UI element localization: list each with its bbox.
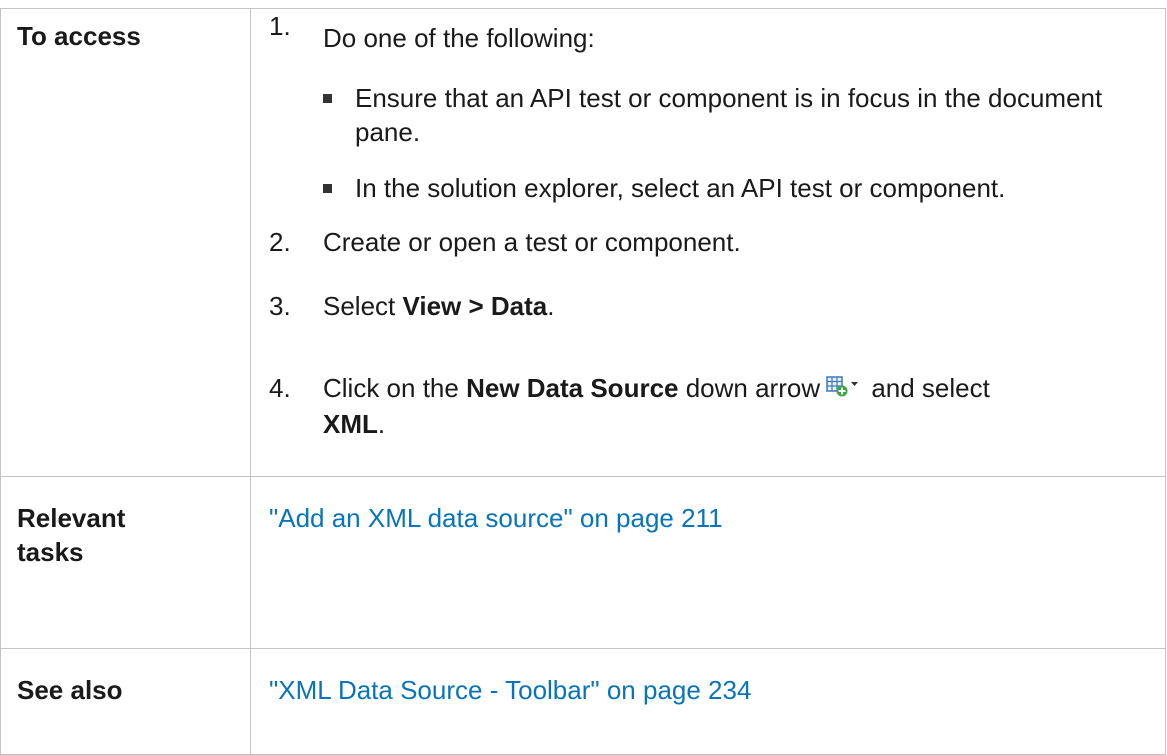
- format-name: XML: [323, 409, 378, 439]
- relevant-tasks-content: "Add an XML data source" on page 211: [250, 476, 1166, 649]
- step-number: 4.: [269, 373, 291, 403]
- sub-item-text: Ensure that an API test or component is …: [355, 83, 1103, 147]
- sub-list: Ensure that an API test or component is …: [323, 81, 1165, 205]
- to-access-label: To access: [0, 8, 251, 477]
- step-number: 1.: [269, 11, 291, 41]
- step-suffix: .: [377, 409, 386, 439]
- row-relevant-tasks: Relevant tasks "Add an XML data source" …: [0, 476, 1166, 649]
- step-text: Do one of the following:: [323, 23, 595, 53]
- sub-item-explorer: In the solution explorer, select an API …: [323, 171, 1165, 205]
- step-middle: down arrow: [678, 373, 821, 403]
- add-xml-data-source-link[interactable]: "Add an XML data source" on page 211: [269, 501, 723, 535]
- step-number: 2.: [269, 227, 291, 257]
- xml-toolbar-link[interactable]: "XML Data Source - Toolbar" on page 234: [269, 673, 751, 707]
- step-text: Create or open a test or component.: [323, 227, 741, 257]
- row-see-also: See also "XML Data Source - Toolbar" on …: [0, 648, 1166, 755]
- info-table: To access 1. Do one of the following: En…: [0, 8, 1166, 755]
- to-access-content: 1. Do one of the following: Ensure that …: [250, 8, 1166, 477]
- relevant-tasks-text: Relevant tasks: [17, 503, 126, 567]
- step-number: 3.: [269, 291, 291, 321]
- step-2: 2. Create or open a test or component.: [269, 225, 1165, 259]
- step-4: 4. Click on the New Data Source down arr…: [269, 371, 1165, 441]
- row-to-access: To access 1. Do one of the following: En…: [0, 8, 1166, 477]
- step-3: 3. Select View > Data.: [269, 289, 1165, 323]
- steps-list: 1. Do one of the following: Ensure that …: [269, 9, 1165, 441]
- see-also-content: "XML Data Source - Toolbar" on page 234: [250, 648, 1166, 755]
- see-also-label: See also: [0, 648, 251, 755]
- new-data-source-icon: [826, 373, 860, 407]
- step-suffix: .: [547, 291, 555, 321]
- step-prefix: Select: [323, 291, 403, 321]
- square-bullet-icon: [323, 184, 332, 193]
- menu-path: View > Data: [402, 291, 548, 321]
- step-1: 1. Do one of the following: Ensure that …: [269, 9, 1165, 205]
- step-after-icon: and select: [864, 373, 990, 403]
- button-name: New Data Source: [466, 373, 679, 403]
- relevant-tasks-label: Relevant tasks: [0, 476, 251, 649]
- sub-item-text: In the solution explorer, select an API …: [355, 173, 1006, 203]
- sub-item-focus: Ensure that an API test or component is …: [323, 81, 1165, 149]
- step-prefix: Click on the: [323, 373, 467, 403]
- square-bullet-icon: [323, 94, 332, 103]
